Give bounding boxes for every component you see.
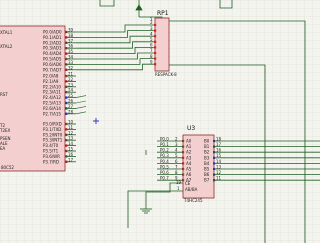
mcu-p0-pin-label: P0.4/AD4 [43,51,62,56]
pin-marker [154,35,157,38]
mcu-p0-pin-label: P0.0/AD0 [43,30,62,35]
pin-marker [154,57,157,60]
u3-net-label: P0.3 [160,153,169,158]
u3-b-pin-label: B1 [204,144,210,149]
u3-net-label: P0.6 [160,170,169,175]
mcu-p1-label: T2EX [0,128,11,133]
mcu-part-label: 80C52 [1,165,14,170]
mcu-p3-pin-label: P3.2/INT0 [43,132,63,137]
pin-marker [154,29,157,32]
mcu-p2-pin-label: P2.6/A14 [43,106,61,111]
u3-b-pin-label: B5 [204,167,210,172]
u3-ab-label: AB/BA [185,187,198,192]
mcu-port3-pins: P3.0/RXD 10P3.1/TXD 11P3.2/INT0 12P3.3/INT1… [43,120,76,164]
rp1-type: RESPACK-8 [155,72,177,77]
mcu-p0-pin-label: P0.7/AD7 [43,67,62,72]
u3-net-label: P0.5 [160,164,169,169]
u3-net-label: P0.0 [160,136,169,141]
u3-a-pin-label: A1 [186,144,192,149]
mcu-p2-pin-label: P2.7/A15 [43,111,61,116]
mcu-p3-pin-label: P3.4/T0 [43,143,59,148]
u3-b-pin-label: B3 [204,155,210,160]
u3-a-pin-label: A6 [186,172,192,177]
mcu-port0-pins: P0.0/AD0 39P0.1/AD1 38P0.2/AD2 37P0.3/AD3 36… [43,28,76,72]
mcu-p0-pin-label: P0.6/AD6 [43,62,62,67]
u3-net-label: P0.2 [160,148,169,153]
pin-marker [154,23,157,27]
mcu-p0-pin-label: P0.5/AD5 [43,57,62,62]
mcu-p2-pin-label: P2.2/A10 [43,84,61,89]
schematic-canvas[interactable]: XTAL1XTAL2RSTPSENALEEAT2T2EX P0.0/AD0 39P… [0,0,320,243]
pin-marker [154,51,157,55]
mcu-p3-pin-label: P3.6/WR [43,154,60,159]
u3-ce-label: CE [185,181,191,186]
mcu-p0-pin-label: P0.1/AD1 [43,35,62,40]
u3-a-pin-label: A3 [186,155,192,160]
mcu-left-label: XTAL2 [0,44,13,49]
mcu-left-label: RST [0,92,8,97]
u3-b-pin-label: B2 [204,150,210,155]
u3-a-pin-label: A5 [186,167,192,172]
rp1-ref: RP1 [157,10,169,17]
u3-ce-num: 19 [176,180,182,185]
mcu-p3-pin-label: P3.0/RXD [43,122,62,127]
u3-a-pin-label: A0 [186,139,192,144]
pin-marker [154,46,157,49]
u3-type: 74HC245 [184,198,203,203]
mcu-p3-pin-label: P3.3/INT1 [43,138,63,143]
mcu-p2-pin-label: P2.1/A9 [43,79,59,84]
mcu-p3-pin-label: P3.1/TXD [43,127,61,132]
u3-net-label: P0.1 [160,142,169,147]
u3-net-label: P0.4 [160,159,169,164]
mcu-p0-pin-label: P0.2/AD2 [43,40,62,45]
mcu-left-label: EA [0,146,6,151]
mcu-p2-pin-label: P2.0/A8 [43,74,59,79]
mcu-p2-pin-label: P2.3/A11 [43,90,61,95]
u3-b-pin-label: B6 [204,172,210,177]
u3-net-label: P0.7 [160,176,169,181]
u3-b-pin-label: B7 [204,178,210,183]
u3-b-pin-label: B0 [204,139,210,144]
rp1-body [154,17,170,72]
u3-a-pin-label: A4 [186,161,192,166]
mcu-p0-pin-label: P0.3/AD3 [43,46,62,51]
u3-ref: U3 [187,125,195,132]
u3-b-pin-label: B4 [204,161,210,166]
mcu-left-label: XTAL1 [0,30,13,35]
mcu-p2-pin-label: P2.5/A13 [43,101,61,106]
mcu-p3-pin-label: P3.5/T1 [43,149,59,154]
mcu-p3-pin-label: P3.7/RD [43,159,59,164]
u3-net-labels: P0.0P0.1P0.2P0.3P0.4P0.5P0.6P0.7 [160,136,169,180]
mcu-p2-pin-label: P2.4/A12 [43,95,61,100]
pin-marker [154,40,157,43]
u3-a-pin-label: A2 [186,150,192,155]
pin-marker [154,63,157,66]
